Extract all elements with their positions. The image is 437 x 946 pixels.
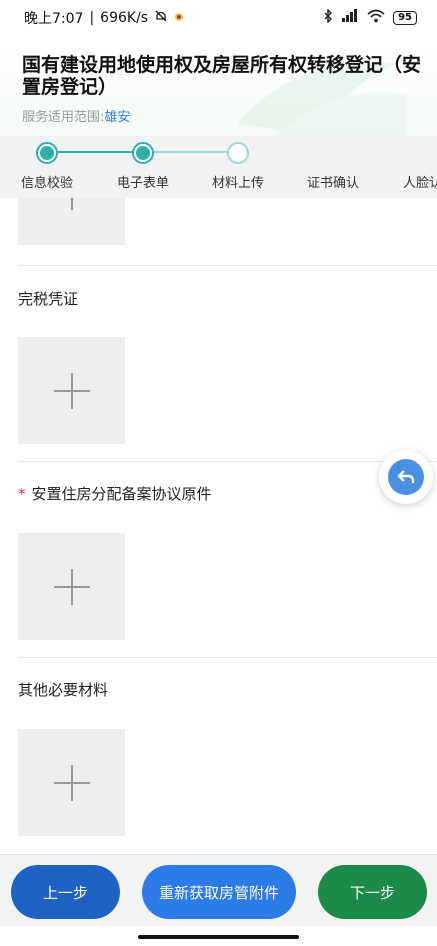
service-scope: 服务适用范围:雄安 — [22, 106, 130, 125]
step-1-done-dot — [36, 142, 58, 164]
upload-content: 完税凭证 * 安置住房分配备案协议原件 其他必要材料 — [0, 198, 437, 854]
plus-icon — [53, 568, 90, 605]
step-label-e-form[interactable]: 电子表单 — [117, 172, 169, 191]
app-notification-icon — [174, 10, 184, 26]
required-mark: * — [18, 485, 26, 503]
status-time: 晚上7:07 — [24, 11, 84, 27]
divider — [18, 657, 437, 658]
upload-box-housing-agreement[interactable] — [18, 533, 125, 640]
status-speed: 696K/s — [100, 10, 149, 26]
step-connector — [152, 151, 232, 153]
section-label-tax-certificate: 完税凭证 — [18, 290, 79, 308]
plus-icon — [53, 372, 90, 409]
progress-stepper: 信息校验 电子表单 材料上传 证书确认 人脸认 — [0, 136, 437, 198]
service-scope-value: 雄安 — [104, 110, 131, 125]
status-bar: 晚上7:07 | 696K/s 95 — [0, 0, 437, 36]
step-label-certificate-confirm[interactable]: 证书确认 — [307, 172, 359, 191]
page-header: 国有建设用地使用权及房屋所有权转移登记（安置房登记） 服务适用范围:雄安 — [0, 44, 437, 136]
divider — [18, 265, 437, 266]
section-label-other-materials: 其他必要材料 — [18, 681, 109, 699]
mute-bell-icon — [154, 9, 168, 27]
status-separator: | — [89, 10, 95, 26]
return-arrow-icon — [388, 459, 424, 495]
bluetooth-icon — [323, 8, 333, 27]
upload-box-other-materials[interactable] — [18, 729, 125, 836]
service-scope-label: 服务适用范围: — [22, 110, 105, 125]
cellular-signal-icon — [341, 9, 359, 27]
step-connector — [58, 151, 138, 153]
previous-step-button[interactable]: 上一步 — [11, 865, 120, 919]
section-label-housing-agreement: * 安置住房分配备案协议原件 — [18, 483, 212, 504]
home-indicator[interactable] — [138, 935, 299, 939]
section-label-text: 安置住房分配备案协议原件 — [31, 485, 212, 503]
plus-icon — [54, 198, 90, 210]
bottom-action-bar: 上一步 重新获取房管附件 下一步 — [0, 854, 437, 926]
plus-icon — [53, 764, 90, 801]
floating-back-button[interactable] — [379, 450, 433, 504]
upload-box-tax-certificate[interactable] — [18, 337, 125, 444]
battery-icon: 95 — [393, 11, 417, 25]
step-3-current-dot — [227, 142, 249, 164]
refetch-housing-attachments-button[interactable]: 重新获取房管附件 — [142, 865, 296, 919]
next-step-button[interactable]: 下一步 — [318, 865, 427, 919]
step-label-info-check[interactable]: 信息校验 — [21, 172, 73, 191]
divider — [18, 461, 437, 462]
upload-box-previous[interactable] — [18, 198, 125, 245]
page-title: 国有建设用地使用权及房屋所有权转移登记（安置房登记） — [22, 54, 422, 98]
wifi-icon — [367, 9, 385, 27]
step-label-face-auth[interactable]: 人脸认 — [403, 172, 437, 191]
step-2-done-dot — [132, 142, 154, 164]
step-label-material-upload[interactable]: 材料上传 — [212, 172, 264, 191]
